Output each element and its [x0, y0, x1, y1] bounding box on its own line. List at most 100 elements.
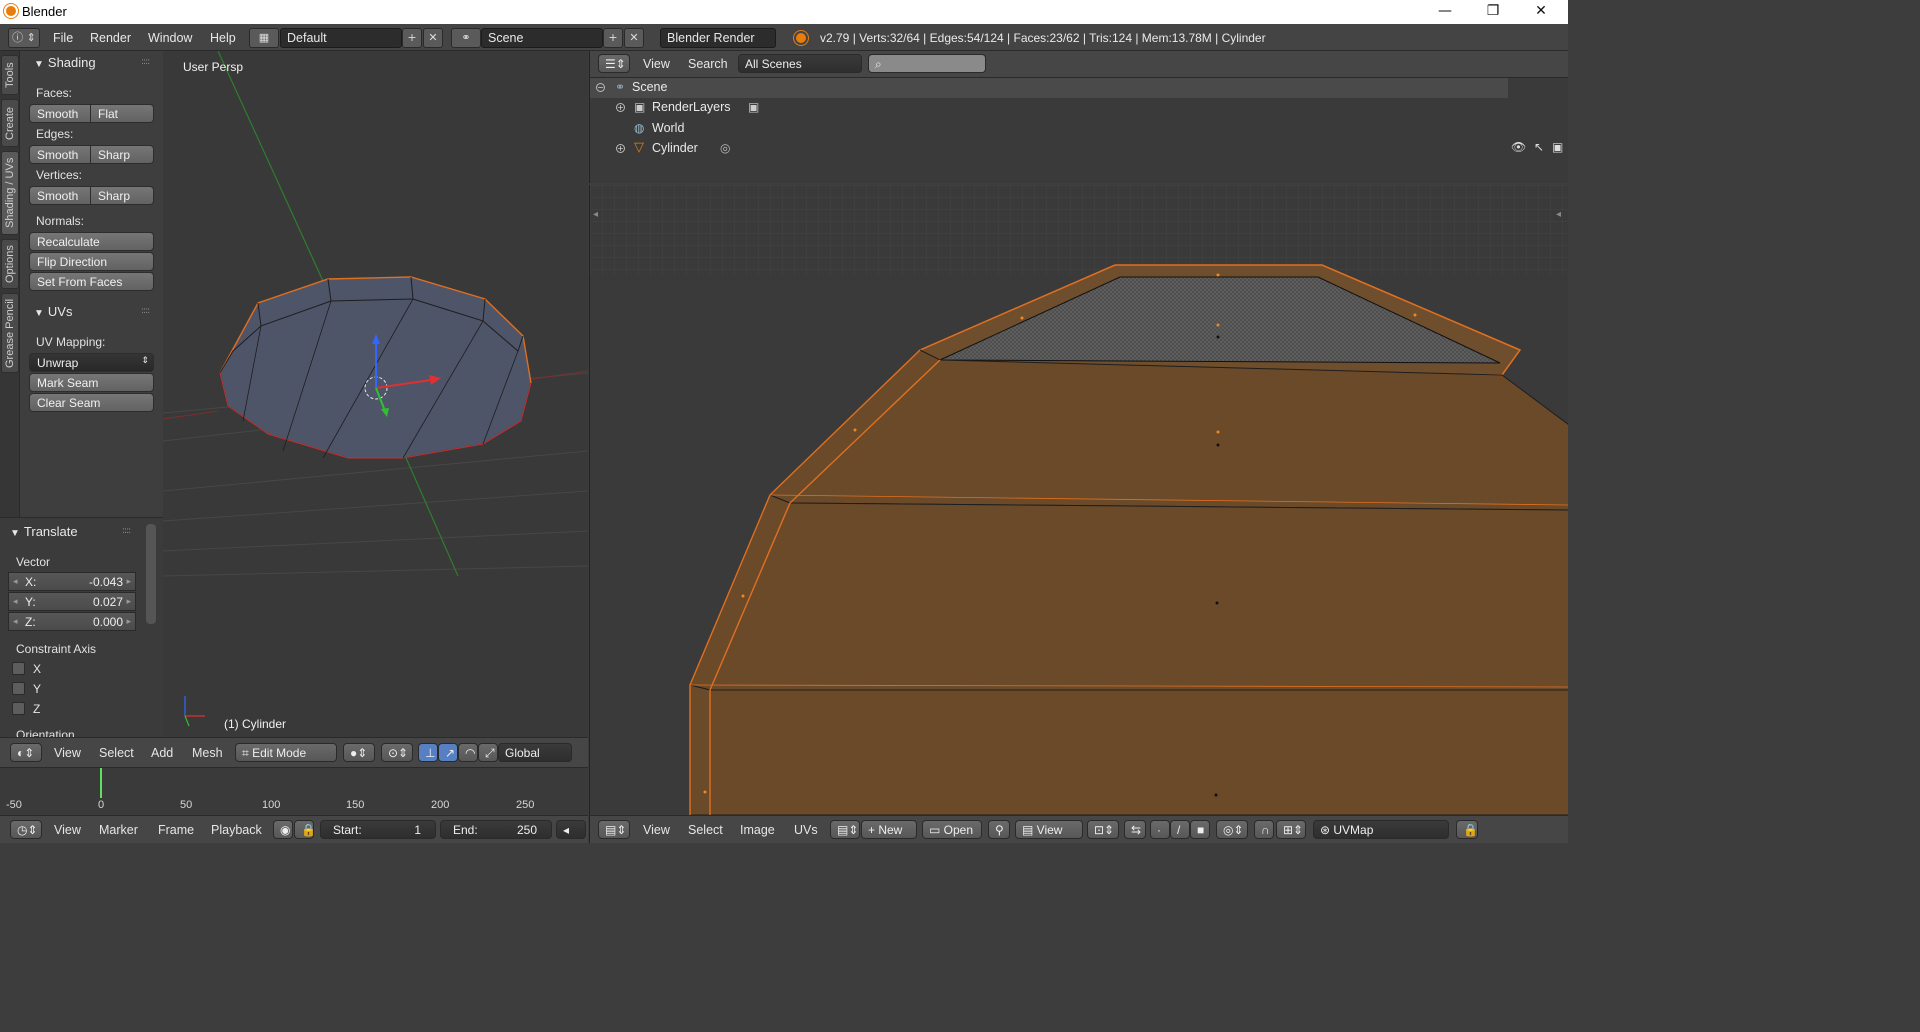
pivot-point-icon[interactable]: ⊙⇕: [381, 743, 413, 762]
clear-seam-button[interactable]: Clear Seam: [29, 393, 154, 412]
panel-scrollbar[interactable]: [146, 524, 156, 624]
flip-direction-button[interactable]: Flip Direction: [29, 252, 154, 271]
scale-manip-icon[interactable]: ⤢: [478, 743, 498, 762]
vertex-select-icon[interactable]: ·: [1150, 820, 1170, 839]
menu-view[interactable]: View: [54, 823, 81, 837]
sync-selection-icon[interactable]: ⇆: [1124, 820, 1146, 839]
maximize-button[interactable]: ❐: [1470, 0, 1516, 24]
shading-panel-header[interactable]: ▼ Shading: [34, 55, 96, 70]
outliner-row-renderlayers[interactable]: + ▣ RenderLayers ▣: [590, 98, 1508, 118]
editor-type-icon[interactable]: ☰⇕: [598, 54, 630, 73]
constraint-y-checkbox[interactable]: [12, 682, 25, 695]
current-frame-field[interactable]: ◂: [556, 820, 586, 839]
tab-grease-pencil[interactable]: Grease Pencil: [1, 293, 19, 373]
menu-select[interactable]: Select: [688, 823, 723, 837]
uv-image-editor[interactable]: ◂ ◂: [589, 185, 1568, 815]
proportional-edit-icon[interactable]: ◎⇕: [1216, 820, 1248, 839]
browse-image-icon[interactable]: ▤⇕: [830, 820, 860, 839]
menu-render[interactable]: Render: [90, 31, 131, 45]
record-icon[interactable]: ◉: [273, 820, 293, 839]
expand-icon[interactable]: +: [616, 144, 625, 153]
drag-handle-icon[interactable]: ::::: [122, 526, 131, 536]
current-frame-indicator[interactable]: [100, 768, 102, 798]
uvmap-select[interactable]: ⊛ UVMap: [1313, 820, 1449, 839]
3d-viewport[interactable]: User Persp (1) Cylinder: [163, 51, 588, 737]
scene-field[interactable]: Scene: [481, 28, 603, 48]
face-select-icon[interactable]: ■: [1190, 820, 1210, 839]
menu-image[interactable]: Image: [740, 823, 775, 837]
minimize-button[interactable]: —: [1422, 0, 1468, 24]
region-toggle-icon[interactable]: ◂: [593, 209, 598, 220]
editor-type-icon[interactable]: ▤⇕: [598, 820, 630, 839]
menu-mesh[interactable]: Mesh: [192, 746, 223, 760]
snap-element-icon[interactable]: ⊞⇕: [1276, 820, 1306, 839]
faces-flat-button[interactable]: Flat: [91, 104, 154, 123]
rotate-manip-icon[interactable]: ◠: [458, 743, 478, 762]
end-frame-field[interactable]: End: 250: [440, 820, 552, 839]
close-button[interactable]: ✕: [1518, 0, 1564, 24]
translate-manip-icon[interactable]: ↗: [438, 743, 458, 762]
lock-icon[interactable]: 🔒: [294, 820, 316, 839]
editor-type-icon[interactable]: ◷⇕: [10, 820, 42, 839]
new-image-button[interactable]: + New: [861, 820, 917, 839]
faces-smooth-button[interactable]: Smooth: [29, 104, 91, 123]
mode-select[interactable]: ⌗ Edit Mode: [235, 743, 337, 762]
info-editor-type-icon[interactable]: ⓘ ⇕: [8, 28, 40, 48]
edges-sharp-button[interactable]: Sharp: [91, 145, 154, 164]
search-input[interactable]: ⌕: [868, 54, 986, 73]
tab-tools[interactable]: Tools: [1, 55, 19, 95]
pivot-icon[interactable]: ⊡⇕: [1087, 820, 1119, 839]
manipulator-icon[interactable]: ⊥: [418, 743, 438, 762]
layout-icon[interactable]: ▦: [249, 28, 279, 48]
menu-view[interactable]: View: [643, 57, 670, 71]
menu-window[interactable]: Window: [148, 31, 192, 45]
editor-type-icon[interactable]: ◐⇕: [10, 743, 42, 762]
display-mode-select[interactable]: All Scenes: [738, 54, 862, 73]
tab-options[interactable]: Options: [1, 239, 19, 289]
unwrap-dropdown[interactable]: Unwrap ⇕: [29, 353, 154, 372]
eye-icon[interactable]: 👁: [1511, 140, 1526, 154]
add-layout-icon[interactable]: +: [402, 28, 422, 48]
vertices-sharp-button[interactable]: Sharp: [91, 186, 154, 205]
lock-icon[interactable]: 🔒: [1456, 820, 1478, 839]
menu-select[interactable]: Select: [99, 746, 134, 760]
uvs-panel-header[interactable]: ▼ UVs: [34, 304, 72, 319]
add-scene-icon[interactable]: +: [603, 28, 623, 48]
cursor-icon[interactable]: ↖: [1534, 140, 1544, 154]
constraint-z-checkbox[interactable]: [12, 702, 25, 715]
orientation-select[interactable]: Global: [498, 743, 572, 762]
region-toggle-icon[interactable]: ◂: [1556, 209, 1561, 220]
outliner-row-scene[interactable]: − ⚭ Scene: [590, 78, 1508, 98]
outliner-row-world[interactable]: ◍ World: [590, 119, 1508, 139]
layout-field[interactable]: Default: [280, 28, 402, 48]
vertices-smooth-button[interactable]: Smooth: [29, 186, 91, 205]
set-from-faces-button[interactable]: Set From Faces: [29, 272, 154, 291]
menu-view[interactable]: View: [54, 746, 81, 760]
edge-select-icon[interactable]: /: [1170, 820, 1190, 839]
tab-shading-uvs[interactable]: Shading / UVs: [1, 151, 19, 235]
start-frame-field[interactable]: Start: 1: [320, 820, 436, 839]
menu-search[interactable]: Search: [688, 57, 728, 71]
camera-icon[interactable]: ▣: [1552, 140, 1563, 154]
vector-z-field[interactable]: ◂ Z: 0.000 ▸: [8, 612, 136, 631]
menu-uvs[interactable]: UVs: [794, 823, 818, 837]
menu-frame[interactable]: Frame: [158, 823, 194, 837]
menu-marker[interactable]: Marker: [99, 823, 138, 837]
menu-file[interactable]: File: [53, 31, 73, 45]
vector-x-field[interactable]: ◂ X: -0.043 ▸: [8, 572, 136, 591]
tab-create[interactable]: Create: [1, 99, 19, 147]
recalculate-button[interactable]: Recalculate: [29, 232, 154, 251]
collapse-icon[interactable]: −: [596, 83, 605, 92]
vector-y-field[interactable]: ◂ Y: 0.027 ▸: [8, 592, 136, 611]
snap-icon[interactable]: ∩: [1254, 820, 1274, 839]
constraint-x-checkbox[interactable]: [12, 662, 25, 675]
pin-icon[interactable]: ⚲: [988, 820, 1010, 839]
remove-layout-icon[interactable]: ✕: [423, 28, 443, 48]
drag-handle-icon[interactable]: ::::: [141, 306, 150, 316]
mark-seam-button[interactable]: Mark Seam: [29, 373, 154, 392]
uv-islands[interactable]: [689, 264, 1568, 815]
render-engine-select[interactable]: Blender Render: [660, 28, 776, 48]
open-image-button[interactable]: ▭ Open: [922, 820, 982, 839]
drag-handle-icon[interactable]: ::::: [141, 57, 150, 67]
view-mode-select[interactable]: ▤ View: [1015, 820, 1083, 839]
